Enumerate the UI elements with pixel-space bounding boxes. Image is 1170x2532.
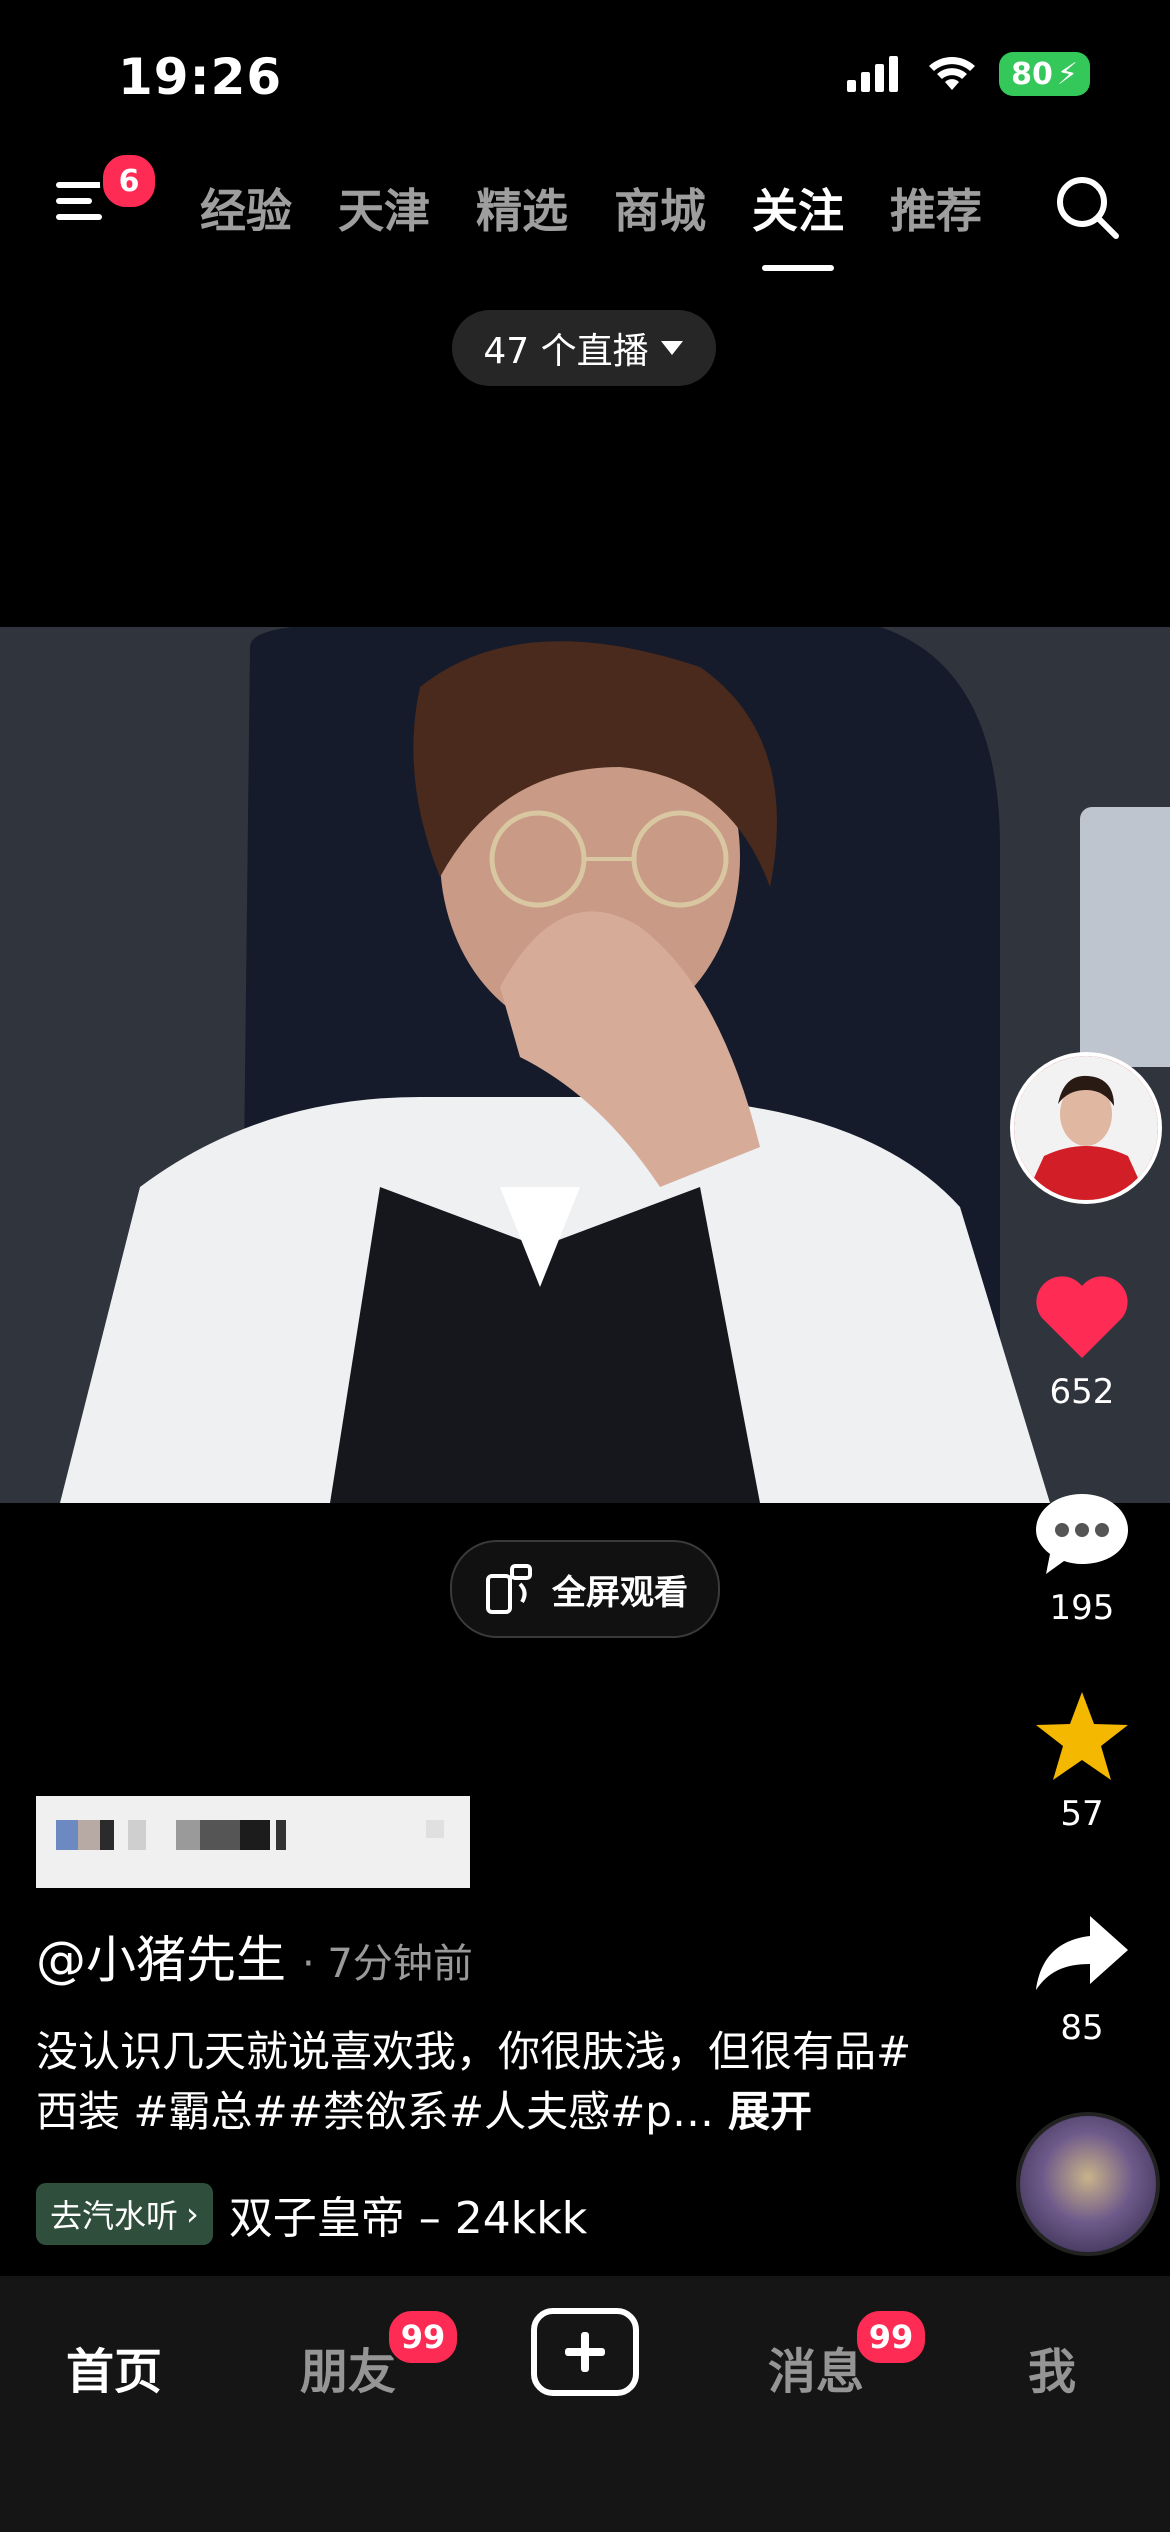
fullscreen-button[interactable]: 全屏观看 [450, 1540, 720, 1638]
rotate-screen-icon [486, 1564, 532, 1614]
signal-icon [847, 56, 899, 92]
live-count-label: 47 个直播 [483, 331, 649, 372]
wifi-icon [929, 57, 976, 90]
tab-shangcheng[interactable]: 商城 [614, 175, 706, 241]
star-icon [1036, 1692, 1128, 1780]
caret-down-icon [660, 341, 683, 355]
battery-indicator: 80 ⚡ [999, 52, 1090, 96]
heart-icon [1036, 1276, 1128, 1358]
chevron-right-icon: › [186, 2195, 199, 2233]
plus-icon [565, 2332, 605, 2372]
top-tabs: 经验 天津 精选 商城 关注 推荐 [200, 175, 982, 241]
comment-icon [1036, 1494, 1128, 1574]
fullscreen-label: 全屏观看 [552, 1572, 688, 1613]
pixelated-image [36, 1796, 470, 1888]
tab-jingxuan[interactable]: 精选 [476, 175, 568, 241]
music-title[interactable]: 双子皇帝 – 24kkk [229, 2182, 587, 2246]
video-player[interactable] [0, 627, 1170, 1503]
tab-tianjin[interactable]: 天津 [338, 175, 430, 241]
music-app-tag[interactable]: 去汽水听 › [36, 2183, 213, 2245]
search-icon [1057, 177, 1119, 239]
live-count-button[interactable]: 47 个直播 [452, 310, 716, 386]
charging-icon: ⚡ [1056, 56, 1078, 92]
comment-count: 195 [1049, 1588, 1115, 1628]
author-name[interactable]: @小猪先生 [36, 1920, 286, 1992]
like-count: 652 [1049, 1372, 1115, 1412]
music-disc[interactable] [1016, 2112, 1160, 2256]
like-button[interactable]: 652 [1012, 1272, 1152, 1412]
favorite-button[interactable]: 57 [1012, 1688, 1152, 1834]
status-time: 19:26 [118, 48, 283, 106]
author-line: @小猪先生 · 7分钟前 [36, 1920, 473, 1992]
share-count: 85 [1060, 2008, 1104, 2048]
music-line: 去汽水听 › 双子皇帝 – 24kkk [36, 2182, 587, 2246]
friends-badge: 99 [386, 2308, 460, 2366]
favorite-count: 57 [1060, 1794, 1104, 1834]
tab-tuijian[interactable]: 推荐 [890, 175, 982, 241]
tab-jingyan[interactable]: 经验 [200, 175, 292, 241]
video-frame [0, 627, 1170, 1503]
nav-messages[interactable]: 消息 99 [768, 2308, 928, 2402]
bottom-nav: 首页 朋友 99 消息 99 我 [0, 2276, 1170, 2532]
nav-friends-label: 朋友 [300, 2344, 397, 2400]
nav-friends[interactable]: 朋友 99 [300, 2308, 460, 2402]
post-time: · 7分钟前 [302, 1941, 473, 1987]
avatar-image [1014, 1056, 1158, 1200]
nav-messages-label: 消息 [768, 2344, 865, 2400]
share-button[interactable]: 85 [1012, 1908, 1152, 2048]
music-tag-label: 去汽水听 [50, 2197, 179, 2235]
expand-button[interactable]: 展开 [728, 2087, 812, 2136]
nav-me[interactable]: 我 [1028, 2332, 1076, 2402]
battery-level: 80 [1011, 56, 1053, 92]
nav-home[interactable]: 首页 [66, 2332, 162, 2402]
share-icon [1036, 1916, 1128, 1990]
messages-badge: 99 [854, 2308, 928, 2366]
comment-button[interactable]: 195 [1012, 1488, 1152, 1628]
menu-badge: 6 [100, 152, 158, 210]
menu-button[interactable]: 6 [52, 152, 158, 232]
search-button[interactable] [1052, 172, 1122, 242]
status-icons: 80 ⚡ [845, 52, 1090, 96]
create-button[interactable] [531, 2308, 639, 2396]
tab-guanzhu[interactable]: 关注 [752, 175, 844, 241]
post-description: 没认识几天就说喜欢我，你很肤浅，但很有品#西装 #霸总##禁欲系#人夫感#p… 展… [36, 2022, 916, 2142]
blurred-banner[interactable] [36, 1796, 470, 1888]
creator-avatar[interactable] [1010, 1052, 1162, 1204]
